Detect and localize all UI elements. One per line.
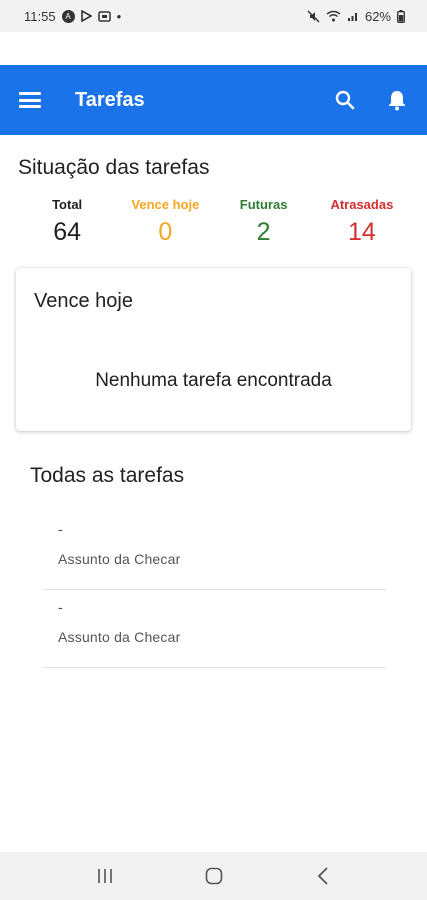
stat-overdue-label: Atrasadas bbox=[330, 197, 394, 212]
task-name: - bbox=[58, 599, 63, 615]
menu-icon[interactable] bbox=[19, 92, 41, 108]
stat-future[interactable]: Futuras 2 bbox=[215, 197, 313, 247]
battery-icon bbox=[397, 9, 405, 23]
home-icon[interactable] bbox=[194, 856, 234, 896]
back-icon[interactable] bbox=[303, 856, 343, 896]
due-today-title: Vence hoje bbox=[34, 290, 133, 312]
app-title: Tarefas bbox=[75, 88, 145, 111]
due-today-card: Vence hoje Nenhuma tarefa encontrada bbox=[16, 268, 411, 431]
status-bar: 11:55 A • 62% bbox=[0, 0, 427, 32]
app-bar-actions bbox=[333, 88, 409, 112]
status-dot: • bbox=[116, 8, 122, 24]
task-item[interactable]: - Assunto da Checar bbox=[43, 590, 386, 668]
task-list: - Assunto da Checar - Assunto da Checar bbox=[43, 512, 386, 668]
stat-total[interactable]: Total 64 bbox=[18, 197, 116, 247]
summary-stats: Total 64 Vence hoje 0 Futuras 2 Atrasada… bbox=[18, 197, 411, 247]
battery-percent: 62% bbox=[364, 8, 391, 24]
bell-icon[interactable] bbox=[385, 88, 409, 112]
play-store-icon bbox=[80, 10, 92, 22]
stat-due-today[interactable]: Vence hoje 0 bbox=[116, 197, 214, 247]
screenshot-icon bbox=[97, 10, 111, 22]
stat-future-label: Futuras bbox=[239, 197, 288, 212]
signal-icon bbox=[347, 10, 359, 22]
status-time: 11:55 bbox=[24, 8, 56, 24]
stat-total-value: 64 bbox=[53, 218, 82, 246]
recents-icon[interactable] bbox=[85, 856, 125, 896]
stat-total-label: Total bbox=[52, 197, 83, 212]
stat-overdue[interactable]: Atrasadas 14 bbox=[313, 197, 411, 247]
task-subject: Assunto da Checar bbox=[58, 629, 181, 645]
mute-icon bbox=[307, 10, 320, 23]
stat-overdue-value: 14 bbox=[347, 218, 376, 246]
notification-app-icon: A bbox=[61, 9, 75, 23]
status-bar-left: 11:55 A • bbox=[24, 9, 121, 24]
stat-due-today-label: Vence hoje bbox=[131, 197, 200, 212]
status-bar-right: 62% bbox=[307, 9, 405, 24]
all-tasks-title: Todas as tarefas bbox=[30, 464, 185, 487]
wifi-icon bbox=[326, 10, 341, 22]
due-today-empty-message: Nenhuma tarefa encontrada bbox=[95, 370, 332, 391]
search-icon[interactable] bbox=[333, 88, 357, 112]
task-item[interactable]: - Assunto da Checar bbox=[43, 512, 386, 590]
stat-due-today-value: 0 bbox=[158, 218, 173, 246]
task-name: - bbox=[58, 521, 63, 537]
stat-future-value: 2 bbox=[256, 218, 271, 246]
system-nav-bar bbox=[0, 852, 427, 900]
task-subject: Assunto da Checar bbox=[58, 551, 181, 567]
summary-title: Situação das tarefas bbox=[18, 156, 210, 179]
app-bar: Tarefas bbox=[0, 65, 427, 135]
